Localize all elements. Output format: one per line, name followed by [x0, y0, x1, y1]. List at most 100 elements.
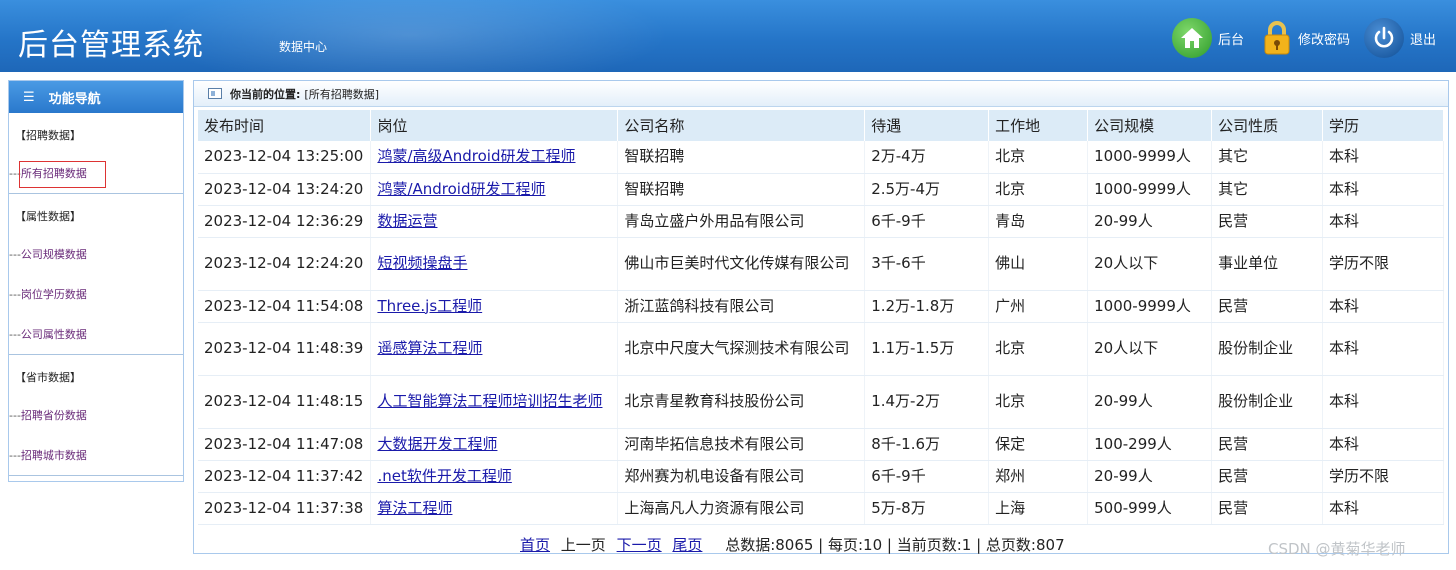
- cell-location: 青岛: [988, 205, 1089, 238]
- sidebar-item-label: 招聘省份数据: [20, 409, 87, 422]
- cell-date: 2023-12-04 12:36:29: [198, 205, 372, 238]
- cell-education: 学历不限: [1322, 460, 1444, 493]
- cell-location: 北京: [988, 375, 1089, 429]
- table-row: 2023-12-04 11:48:15 人工智能算法工程师培训招生老师 北京青星…: [198, 375, 1444, 429]
- table-row: 2023-12-04 13:24:20 鸿蒙/Android研发工程师 智联招聘…: [198, 173, 1444, 206]
- group-title-regions: 【省市数据】: [15, 371, 81, 384]
- job-link[interactable]: 短视频操盘手: [377, 254, 467, 272]
- first-page-link[interactable]: 首页: [520, 536, 550, 554]
- cell-date: 2023-12-04 11:54:08: [198, 290, 372, 323]
- cell-company: 北京中尺度大气探测技术有限公司: [617, 322, 866, 376]
- column-header: 工作地: [988, 110, 1089, 141]
- cell-position: 遥感算法工程师: [370, 322, 619, 376]
- cell-company: 智联招聘: [617, 141, 866, 174]
- sidebar-item-label: 岗位学历数据: [20, 288, 87, 301]
- app-title: 后台管理系统: [18, 28, 204, 63]
- item-prefix: ---: [9, 327, 21, 341]
- cell-type: 事业单位: [1211, 237, 1323, 291]
- logout-button[interactable]: 退出: [1364, 18, 1436, 58]
- cell-position: 人工智能算法工程师培训招生老师: [370, 375, 619, 429]
- cell-education: 本科: [1322, 205, 1444, 238]
- sidebar-item-company-size[interactable]: --- 公司规模数据: [9, 234, 183, 274]
- table-row: 2023-12-04 12:24:20 短视频操盘手 佛山市巨美时代文化传媒有限…: [198, 237, 1444, 291]
- data-center-link[interactable]: 数据中心: [279, 38, 327, 55]
- sidebar-item-city[interactable]: --- 招聘城市数据: [9, 435, 183, 475]
- cell-size: 20人以下: [1087, 322, 1213, 376]
- cell-salary: 5万-8万: [864, 492, 990, 525]
- prev-page-text: 上一页: [560, 536, 606, 554]
- cell-company: 浙江蓝鸽科技有限公司: [617, 290, 866, 323]
- job-link[interactable]: 遥感算法工程师: [377, 339, 482, 357]
- table-row: 2023-12-04 11:37:38 算法工程师 上海高凡人力资源有限公司 5…: [198, 492, 1444, 525]
- cell-size: 20人以下: [1087, 237, 1213, 291]
- cell-location: 北京: [988, 141, 1089, 174]
- cell-type: 民营: [1211, 205, 1323, 238]
- sidebar-item-education[interactable]: --- 岗位学历数据: [9, 274, 183, 314]
- cell-education: 本科: [1322, 173, 1444, 206]
- sidebar-item-label: 招聘城市数据: [20, 449, 87, 462]
- header-decoration: [150, 0, 670, 90]
- top-header: 后台管理系统 数据中心 后台 修改密码 退出: [0, 0, 1456, 90]
- cell-position: .net软件开发工程师: [370, 460, 619, 493]
- cell-date: 2023-12-04 13:25:00: [198, 141, 372, 174]
- sidebar-item-province[interactable]: --- 招聘省份数据: [9, 395, 183, 435]
- job-link[interactable]: 大数据开发工程师: [377, 435, 497, 453]
- cell-position: 大数据开发工程师: [370, 428, 619, 461]
- cell-location: 上海: [988, 492, 1089, 525]
- group-title-attributes: 【属性数据】: [15, 210, 81, 223]
- cell-salary: 1.1万-1.5万: [864, 322, 990, 376]
- sidebar-item-company-type[interactable]: --- 公司属性数据: [9, 314, 183, 354]
- table-row: 2023-12-04 11:48:39 遥感算法工程师 北京中尺度大气探测技术有…: [198, 322, 1444, 376]
- home-button[interactable]: 后台: [1172, 18, 1244, 58]
- sidebar-item-label: 公司属性数据: [20, 328, 87, 341]
- job-link[interactable]: 算法工程师: [377, 499, 452, 517]
- logout-label: 退出: [1410, 32, 1437, 48]
- job-link[interactable]: 人工智能算法工程师培训招生老师: [377, 392, 602, 410]
- table-row: 2023-12-04 12:36:29 数据运营 青岛立盛户外用品有限公司 6千…: [198, 205, 1444, 238]
- pagination-stats: 总数据:8065 | 每页:10 | 当前页数:1 | 总页数:807: [725, 536, 1065, 554]
- column-header: 待遇: [864, 110, 990, 141]
- cell-position: Three.js工程师: [370, 290, 619, 323]
- cell-company: 智联招聘: [617, 173, 866, 206]
- cell-salary: 6千-9千: [864, 205, 990, 238]
- table-row: 2023-12-04 13:25:00 鸿蒙/高级Android研发工程师 智联…: [198, 141, 1444, 174]
- cell-date: 2023-12-04 11:48:39: [198, 322, 372, 376]
- cell-company: 佛山市巨美时代文化传媒有限公司: [617, 237, 866, 291]
- cell-size: 20-99人: [1087, 460, 1213, 493]
- sidebar-header: ☰ 功能导航: [9, 81, 183, 113]
- table-row: 2023-12-04 11:54:08 Three.js工程师 浙江蓝鸽科技有限…: [198, 290, 1444, 323]
- last-page-link[interactable]: 尾页: [672, 536, 702, 554]
- job-link[interactable]: 鸿蒙/高级Android研发工程师: [377, 147, 575, 165]
- cell-location: 北京: [988, 173, 1089, 206]
- group-title-recruitment: 【招聘数据】: [15, 129, 81, 142]
- job-link[interactable]: 数据运营: [377, 212, 437, 230]
- change-password-button[interactable]: 修改密码: [1262, 18, 1350, 58]
- cell-education: 本科: [1322, 428, 1444, 461]
- cell-position: 短视频操盘手: [370, 237, 619, 291]
- cell-company: 上海高凡人力资源有限公司: [617, 492, 866, 525]
- column-header: 岗位: [370, 110, 619, 141]
- sidebar-heading: 功能导航: [48, 91, 101, 107]
- job-link[interactable]: 鸿蒙/Android研发工程师: [377, 180, 545, 198]
- job-link[interactable]: .net软件开发工程师: [377, 467, 511, 485]
- sidebar: ☰ 功能导航 【招聘数据】 --- 所有招聘数据 【属性数据】 --- 公司规模…: [8, 80, 184, 482]
- breadcrumb-label: 你当前的位置:: [230, 87, 301, 101]
- cell-date: 2023-12-04 11:48:15: [198, 375, 372, 429]
- cell-education: 本科: [1322, 141, 1444, 174]
- window-icon: [208, 88, 222, 99]
- cell-company: 北京青星教育科技股份公司: [617, 375, 866, 429]
- cell-position: 鸿蒙/Android研发工程师: [370, 173, 619, 206]
- divider: [9, 475, 183, 476]
- next-page-link[interactable]: 下一页: [617, 536, 662, 554]
- column-header: 发布时间: [198, 110, 372, 141]
- cell-type: 股份制企业: [1211, 375, 1323, 429]
- main-panel: 你当前的位置: [所有招聘数据] 发布时间 岗位 公司名称 待遇 工作地 公司规…: [193, 80, 1449, 554]
- job-link[interactable]: Three.js工程师: [377, 297, 482, 315]
- column-header: 公司规模: [1087, 110, 1213, 141]
- cell-date: 2023-12-04 11:37:42: [198, 460, 372, 493]
- pagination: 首页 上一页 下一页 尾页 总数据:8065 | 每页:10 | 当前页数:1 …: [520, 534, 1065, 555]
- cell-education: 学历不限: [1322, 237, 1444, 291]
- cell-size: 1000-9999人: [1087, 290, 1213, 323]
- cell-type: 其它: [1211, 173, 1323, 206]
- cell-type: 民营: [1211, 428, 1323, 461]
